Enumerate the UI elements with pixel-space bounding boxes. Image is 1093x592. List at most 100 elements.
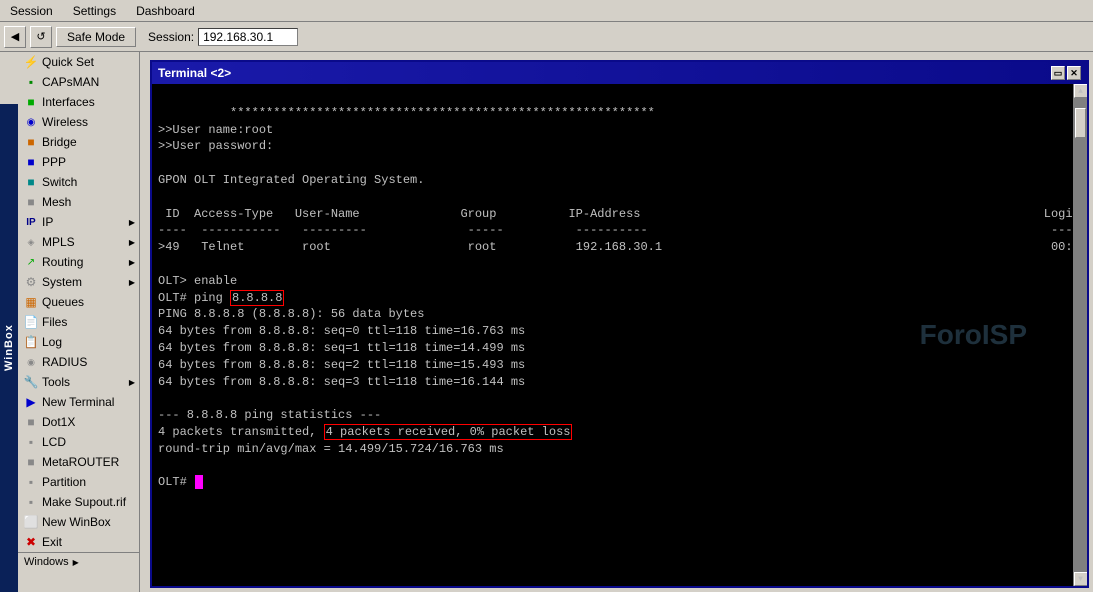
ip-icon: IP (24, 215, 38, 229)
sidebar-item-metarouter[interactable]: ■ MetaROUTER (18, 452, 139, 472)
sidebar-item-partition[interactable]: ▪ Partition (18, 472, 139, 492)
content-area: Terminal <2> ▭ ✕ ***********************… (140, 52, 1093, 592)
back-button[interactable]: ◀ (4, 26, 26, 48)
sidebar: WinBox ⚡ Quick Set ▪ CAPsMAN ■ Interface… (0, 52, 140, 592)
sidebar-item-capsman[interactable]: ▪ CAPsMAN (18, 72, 139, 92)
scrollbar-thumb[interactable] (1075, 108, 1086, 138)
sidebar-label-lcd: LCD (42, 435, 66, 449)
sidebar-item-lcd[interactable]: ▪ LCD (18, 432, 139, 452)
log-icon: 📋 (24, 335, 38, 349)
terminal-ping-line3: 64 bytes from 8.8.8.8: seq=2 ttl=118 tim… (158, 358, 525, 372)
sidebar-item-queues[interactable]: ▦ Queues (18, 292, 139, 312)
sidebar-content: ⚡ Quick Set ▪ CAPsMAN ■ Interfaces ◉ Wir… (18, 52, 139, 571)
sidebar-item-radius[interactable]: ◉ RADIUS (18, 352, 139, 372)
terminal-body[interactable]: ****************************************… (152, 84, 1087, 586)
sidebar-label-quick-set: Quick Set (42, 55, 94, 69)
ppp-icon: ■ (24, 155, 38, 169)
partition-icon: ▪ (24, 475, 38, 489)
sidebar-item-mesh[interactable]: ■ Mesh (18, 192, 139, 212)
terminal-ping-info: PING 8.8.8.8 (8.8.8.8): 56 data bytes (158, 307, 424, 321)
mpls-icon: ◈ (24, 235, 38, 249)
radius-icon: ◉ (24, 355, 38, 369)
main-layout: WinBox ⚡ Quick Set ▪ CAPsMAN ■ Interface… (0, 52, 1093, 592)
session-input[interactable] (198, 28, 298, 46)
terminal-scrollbar[interactable]: ▲ ▼ (1073, 84, 1087, 586)
metarouter-icon: ■ (24, 455, 38, 469)
sidebar-item-ip[interactable]: IP IP (18, 212, 139, 232)
sidebar-label-log: Log (42, 335, 62, 349)
scrollbar-down-button[interactable]: ▼ (1074, 572, 1088, 586)
sidebar-label-system: System (42, 275, 82, 289)
new-winbox-icon: ⬜ (24, 515, 38, 529)
sidebar-label-exit: Exit (42, 535, 62, 549)
sidebar-label-wireless: Wireless (42, 115, 88, 129)
sidebar-label-new-terminal: New Terminal (42, 395, 114, 409)
sidebar-item-log[interactable]: 📋 Log (18, 332, 139, 352)
sidebar-item-ppp[interactable]: ■ PPP (18, 152, 139, 172)
sidebar-item-tools[interactable]: 🔧 Tools (18, 372, 139, 392)
terminal-close-button[interactable]: ✕ (1067, 66, 1081, 80)
switch-icon: ■ (24, 175, 38, 189)
sidebar-label-make-supout: Make Supout.rif (42, 495, 126, 509)
menu-session[interactable]: Session (4, 2, 59, 20)
sidebar-label-new-winbox: New WinBox (42, 515, 111, 529)
sidebar-label-dot1x: Dot1X (42, 415, 75, 429)
sidebar-label-switch: Switch (42, 175, 77, 189)
wireless-icon: ◉ (24, 115, 38, 129)
terminal-dots: ****************************************… (230, 106, 655, 120)
terminal-window: Terminal <2> ▭ ✕ ***********************… (150, 60, 1089, 588)
terminal-titlebar: Terminal <2> ▭ ✕ (152, 62, 1087, 84)
sidebar-label-ip: IP (42, 215, 53, 229)
sidebar-item-files[interactable]: 📄 Files (18, 312, 139, 332)
sidebar-label-radius: RADIUS (42, 355, 87, 369)
sidebar-item-dot1x[interactable]: ■ Dot1X (18, 412, 139, 432)
sidebar-item-make-supout[interactable]: ▪ Make Supout.rif (18, 492, 139, 512)
scrollbar-up-button[interactable]: ▲ (1074, 84, 1088, 98)
lcd-icon: ▪ (24, 435, 38, 449)
terminal-ping-line1: 64 bytes from 8.8.8.8: seq=0 ttl=118 tim… (158, 324, 525, 338)
make-supout-icon: ▪ (24, 495, 38, 509)
sidebar-label-files: Files (42, 315, 67, 329)
sidebar-item-new-terminal[interactable]: ▶ New Terminal (18, 392, 139, 412)
sidebar-item-routing[interactable]: ↗ Routing (18, 252, 139, 272)
menu-settings[interactable]: Settings (67, 2, 122, 20)
bridge-icon: ■ (24, 135, 38, 149)
windows-expand-icon: ▶ (73, 558, 79, 567)
sidebar-item-quick-set[interactable]: ⚡ Quick Set (18, 52, 139, 72)
session-label: Session: (148, 30, 194, 44)
tools-icon: 🔧 (24, 375, 38, 389)
quick-set-icon: ⚡ (24, 55, 38, 69)
menu-dashboard[interactable]: Dashboard (130, 2, 201, 20)
terminal-password: >>User password: (158, 139, 273, 153)
winbox-label: WinBox (0, 104, 18, 592)
sidebar-item-mpls[interactable]: ◈ MPLS (18, 232, 139, 252)
terminal-table-header: ID Access-Type User-Name Group IP-Addres… (158, 207, 1073, 221)
sidebar-item-switch[interactable]: ■ Switch (18, 172, 139, 192)
windows-bar-label: Windows (24, 556, 69, 568)
sidebar-label-mpls: MPLS (42, 235, 75, 249)
sidebar-item-exit[interactable]: ✖ Exit (18, 532, 139, 552)
sidebar-label-metarouter: MetaROUTER (42, 455, 119, 469)
terminal-ping-line2: 64 bytes from 8.8.8.8: seq=1 ttl=118 tim… (158, 341, 525, 355)
interfaces-icon: ■ (24, 95, 38, 109)
terminal-restore-button[interactable]: ▭ (1051, 66, 1065, 80)
capsman-icon: ▪ (24, 75, 38, 89)
terminal-ping-ip: 8.8.8.8 (230, 290, 284, 306)
sidebar-item-new-winbox[interactable]: ⬜ New WinBox (18, 512, 139, 532)
terminal-ping-cmd: OLT# ping 8.8.8.8 (158, 290, 284, 306)
sidebar-item-interfaces[interactable]: ■ Interfaces (18, 92, 139, 112)
safe-mode-button[interactable]: Safe Mode (56, 27, 136, 47)
system-icon: ⚙ (24, 275, 38, 289)
scrollbar-track[interactable] (1074, 98, 1087, 572)
terminal-stats-line: 4 packets transmitted, 4 packets receive… (158, 424, 572, 440)
terminal-stats-highlight: 4 packets received, 0% packet loss (324, 424, 573, 440)
dot1x-icon: ■ (24, 415, 38, 429)
sidebar-item-bridge[interactable]: ■ Bridge (18, 132, 139, 152)
refresh-button[interactable]: ↺ (30, 26, 52, 48)
sidebar-item-system[interactable]: ⚙ System (18, 272, 139, 292)
terminal-table-separator: ---- ----------- --------- ----- -------… (158, 223, 1073, 237)
sidebar-label-capsman: CAPsMAN (42, 75, 99, 89)
terminal-ping-line4: 64 bytes from 8.8.8.8: seq=3 ttl=118 tim… (158, 375, 525, 389)
sidebar-label-ppp: PPP (42, 155, 66, 169)
sidebar-item-wireless[interactable]: ◉ Wireless (18, 112, 139, 132)
